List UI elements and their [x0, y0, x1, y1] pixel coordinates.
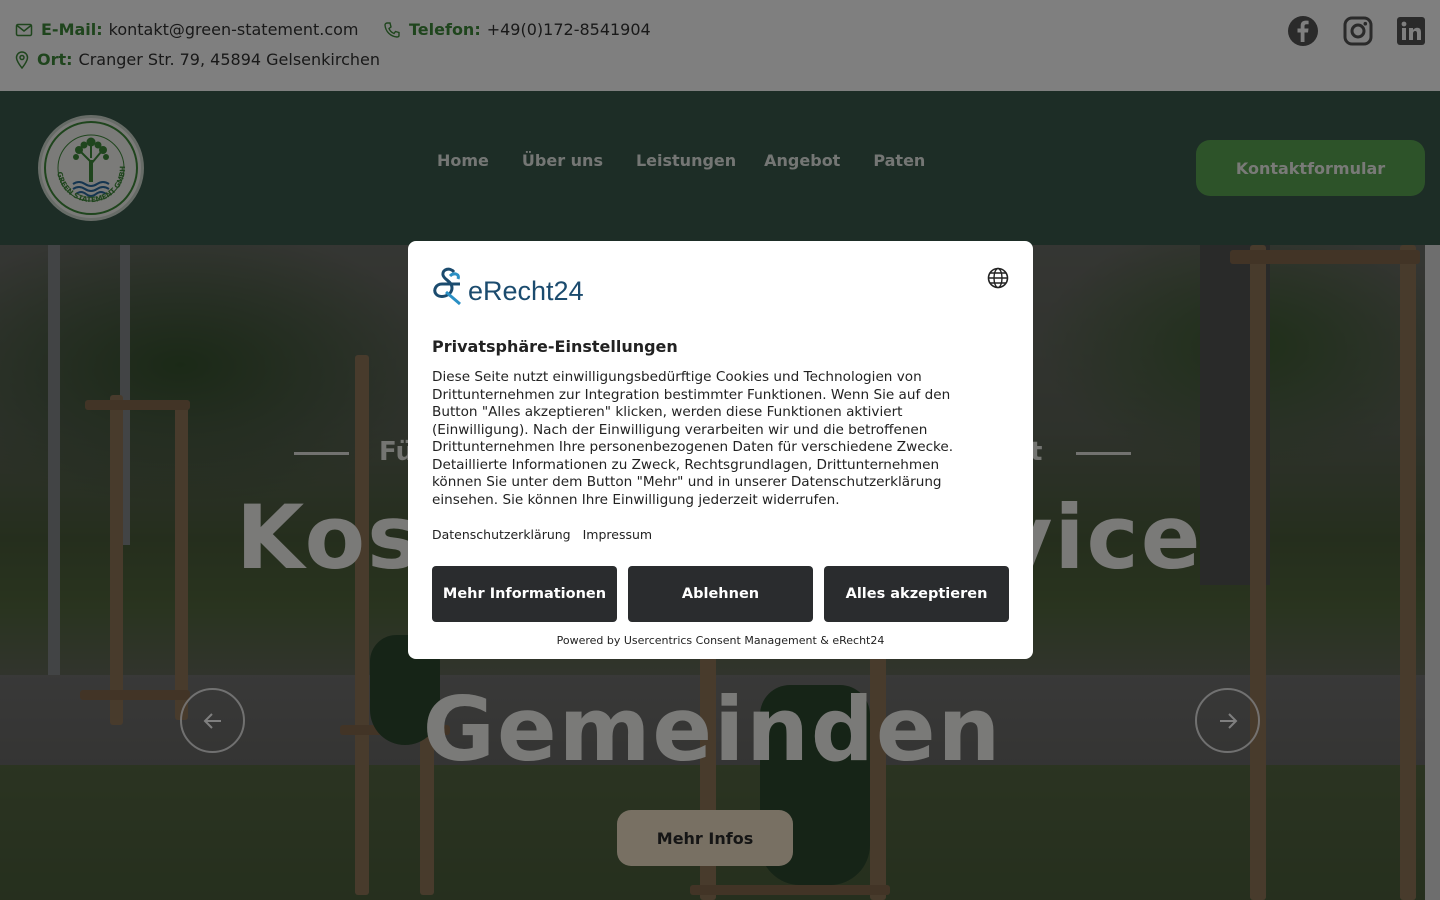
powered-by-text: Powered by Usercentrics Consent Manageme…: [556, 634, 885, 647]
decline-button[interactable]: Ablehnen: [628, 566, 813, 622]
consent-links: Datenschutzerklärung Impressum: [432, 527, 652, 542]
accept-all-button[interactable]: Alles akzeptieren: [824, 566, 1009, 622]
language-globe-icon[interactable]: [987, 267, 1009, 289]
privacy-policy-link[interactable]: Datenschutzerklärung: [432, 527, 571, 542]
consent-body-text: Diese Seite nutzt einwilligungsbedürftig…: [432, 369, 954, 508]
erecht24-logo: eRecht24: [432, 266, 584, 306]
imprint-link[interactable]: Impressum: [583, 527, 652, 542]
consent-dialog: eRecht24 Privatsphäre-Einstellungen Dies…: [408, 241, 1033, 659]
erecht24-emblem-icon: [433, 267, 461, 306]
erecht24-brand-text: eRecht24: [468, 276, 584, 306]
consent-title: Privatsphäre-Einstellungen: [432, 337, 678, 356]
more-information-button[interactable]: Mehr Informationen: [432, 566, 617, 622]
